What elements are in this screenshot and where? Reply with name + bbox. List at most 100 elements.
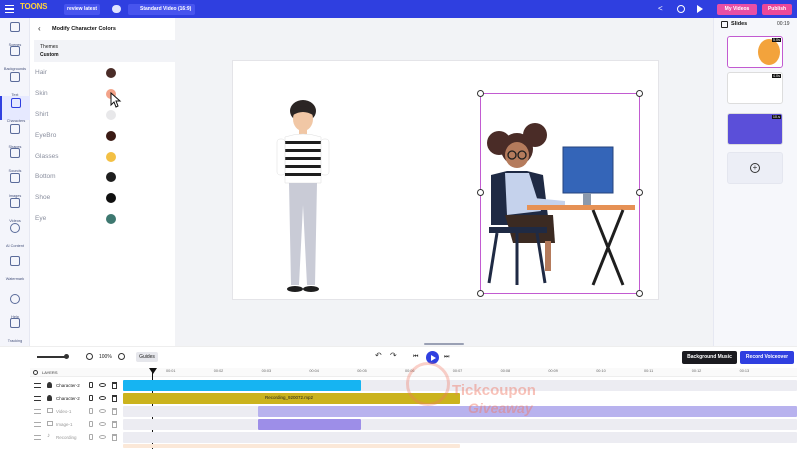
glasses-swatch[interactable] [106, 152, 116, 162]
clip-character-2[interactable] [123, 380, 361, 391]
ruler-tick-label: 00:01 [166, 369, 176, 373]
ruler-tick-label: 00:07 [452, 369, 463, 373]
zoom-in-icon[interactable] [118, 353, 125, 360]
layer-row[interactable]: Video-1 [30, 405, 123, 418]
add-slide-button[interactable]: + [727, 152, 783, 184]
eye-icon[interactable] [99, 383, 106, 387]
clip-video-1[interactable] [123, 406, 258, 417]
nav-tracking[interactable]: Tracking [0, 316, 30, 343]
skip-back-icon[interactable]: ⏮ [413, 354, 418, 360]
layers-label: LAYERS [42, 370, 58, 375]
ruler-tick-label: 00:13 [739, 369, 750, 373]
project-name[interactable]: review latest [64, 4, 101, 15]
female-character-at-desk[interactable] [483, 115, 639, 293]
trash-icon[interactable] [112, 395, 117, 402]
clip-image-1[interactable] [258, 419, 361, 430]
slide-thumbnail[interactable]: 10.s [727, 113, 783, 145]
lock-icon[interactable] [89, 434, 93, 440]
skip-forward-icon[interactable]: ⏭ [444, 354, 449, 360]
eye-icon[interactable] [99, 396, 106, 400]
nav-watermark[interactable]: Watermark [0, 254, 30, 281]
record-voiceover-button[interactable]: Record Voiceover [740, 351, 794, 364]
nav-shapes[interactable]: Shapes [0, 122, 30, 149]
play-preview-icon[interactable] [697, 5, 703, 13]
undo-icon[interactable]: ↶ [375, 352, 382, 360]
nav-ai-content[interactable]: AI Content [0, 221, 30, 248]
lock-icon[interactable] [89, 395, 93, 401]
lock-icon[interactable] [89, 382, 93, 388]
trash-icon[interactable] [112, 434, 117, 441]
zoom-out-icon[interactable] [86, 353, 93, 360]
nav-text[interactable]: Text [0, 70, 30, 97]
nav-videos[interactable]: Videos [0, 196, 30, 223]
layer-row[interactable]: Image-1 [30, 418, 123, 431]
eyebro-swatch[interactable] [106, 131, 116, 141]
nav-scenes[interactable]: Scenes [0, 20, 30, 47]
drag-handle-icon[interactable] [34, 435, 41, 440]
ruler-tick-label: 00:09 [548, 369, 558, 373]
drag-handle-icon[interactable] [34, 422, 41, 427]
layer-name: Character-2 [56, 396, 80, 401]
ruler-tick-label: 00:12 [691, 369, 702, 373]
sounds-icon [10, 148, 20, 158]
trash-icon[interactable] [112, 421, 117, 428]
color-row-eyebro: EyeBro [30, 129, 175, 147]
preview-icon[interactable] [677, 5, 685, 13]
lock-icon[interactable] [89, 408, 93, 414]
drag-handle-icon[interactable] [34, 396, 41, 401]
layer-row[interactable]: Character-2 [30, 379, 123, 392]
my-videos-button[interactable]: My Videos [717, 4, 757, 15]
videos-icon [10, 198, 20, 208]
resize-handle[interactable] [477, 90, 484, 97]
redo-icon[interactable]: ↷ [390, 352, 397, 360]
background-music-button[interactable]: Background Music [682, 351, 737, 364]
back-arrow-icon[interactable]: ‹ [38, 24, 41, 33]
guides-button[interactable]: Guides [136, 352, 158, 362]
publish-button[interactable]: Publish [762, 4, 792, 15]
lock-icon[interactable] [89, 421, 93, 427]
menu-icon[interactable] [5, 5, 14, 13]
slide-thumbnail[interactable]: 5.0s [727, 36, 783, 68]
playhead-handle[interactable] [149, 368, 157, 374]
hair-swatch[interactable] [106, 68, 116, 78]
eye-icon[interactable] [99, 435, 106, 439]
bottom-swatch[interactable] [106, 172, 116, 182]
audio-clip-name: Recording_920072.mp2 [265, 395, 314, 400]
eye-swatch[interactable] [106, 214, 116, 224]
layer-row[interactable]: ♪ Recording [30, 431, 123, 444]
zoom-slider[interactable] [37, 356, 67, 358]
shoe-swatch[interactable] [106, 193, 116, 203]
stage-scroll-handle[interactable] [424, 343, 464, 345]
drag-handle-icon[interactable] [34, 409, 41, 414]
resolution-selector[interactable]: Standard Video (16:9) [128, 4, 196, 15]
eye-icon[interactable] [99, 422, 106, 426]
text-icon [10, 72, 20, 82]
color-row-shoe: Shoe [30, 191, 175, 209]
eye-icon[interactable] [99, 409, 106, 413]
play-icon [431, 354, 436, 361]
slide-badge: 10.s [771, 115, 781, 119]
trash-icon[interactable] [112, 408, 117, 415]
drag-handle-icon[interactable] [34, 383, 41, 388]
settings-gear-icon[interactable] [33, 370, 38, 375]
nav-characters[interactable]: Characters [0, 96, 30, 123]
clip-recording[interactable] [123, 432, 797, 443]
zoom-slider-thumb[interactable] [64, 354, 69, 359]
slide-thumbnail[interactable]: 4.0s [727, 72, 783, 104]
nav-help[interactable]: Help [0, 292, 30, 319]
layer-row[interactable]: Character-2 [30, 392, 123, 405]
plus-icon: + [750, 163, 760, 173]
character-icon [47, 382, 52, 388]
nav-images[interactable]: Images [0, 171, 30, 198]
nav-backgrounds[interactable]: Backgrounds [0, 44, 30, 71]
share-icon[interactable]: < [658, 5, 663, 13]
nav-sounds[interactable]: Sounds [0, 146, 30, 173]
trash-icon[interactable] [112, 382, 117, 389]
shirt-swatch[interactable] [106, 110, 116, 120]
male-character[interactable] [271, 95, 335, 297]
watermark-logo [406, 362, 450, 406]
resize-handle[interactable] [636, 90, 643, 97]
scene-canvas[interactable] [232, 60, 659, 300]
mouse-cursor-icon [110, 92, 122, 108]
color-row-eye: Eye [30, 212, 175, 230]
